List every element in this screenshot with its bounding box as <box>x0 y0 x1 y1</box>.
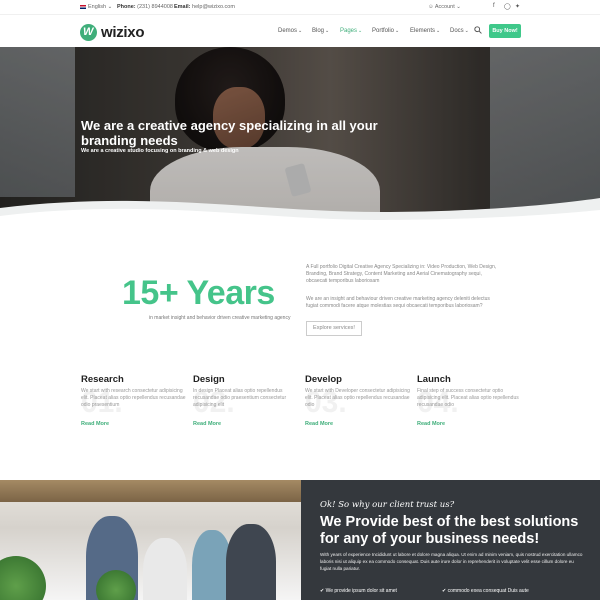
nav-demos[interactable]: Demos⌄ <box>278 28 302 34</box>
logo-icon[interactable] <box>80 24 97 41</box>
search-icon[interactable] <box>474 26 482 34</box>
about-paragraph: A Full portfolio Digital Creative Agency… <box>306 264 497 284</box>
trust-panel: Ok! So why our client trust us? We Provi… <box>301 480 600 600</box>
chevron-down-icon: ⌄ <box>325 28 330 34</box>
check-icon: ✔ <box>442 588 447 594</box>
service-title: Design <box>193 374 225 385</box>
top-bar: English ⌄ Phone: (231) 8944008 Email: he… <box>0 0 600 14</box>
trust-kicker: Ok! So why our client trust us? <box>320 500 455 510</box>
about-paragraph: We are an insight and behaviour driven c… <box>306 296 490 309</box>
service-text: We start with research consectetur adipi… <box>81 388 186 408</box>
service-text: Final step of success consectetur optio … <box>417 388 519 408</box>
language-selector[interactable]: English ⌄ <box>80 4 112 10</box>
facebook-icon[interactable]: f <box>493 3 495 9</box>
nav-elements[interactable]: Elements⌄ <box>410 28 440 34</box>
main-header: wizixo Demos⌄ Blog⌄ Pages⌄ Portfolio⌄ El… <box>0 14 600 47</box>
trust-heading: We Provide best of the best solutions fo… <box>320 514 579 547</box>
account-menu[interactable]: ☺ Account ⌄ <box>428 4 461 10</box>
chevron-down-icon: ⌄ <box>358 28 363 34</box>
check-item: ✔ commodo exea consequat Duis aute <box>442 588 529 594</box>
chevron-down-icon: ⌄ <box>464 28 469 34</box>
team-photo <box>0 480 301 600</box>
chevron-down-icon: ⌄ <box>395 28 400 34</box>
nav-portfolio[interactable]: Portfolio⌄ <box>372 28 399 34</box>
chevron-down-icon: ⌄ <box>107 4 113 10</box>
chevron-down-icon: ⌄ <box>436 28 441 34</box>
service-card-design: 02. Design In design Placeat alias optio… <box>193 374 303 427</box>
user-icon: ☺ <box>428 4 434 10</box>
uk-flag-icon <box>80 4 86 9</box>
years-headline: 15+ Years <box>122 274 275 312</box>
read-more-link[interactable]: Read More <box>417 421 445 427</box>
explore-services-button[interactable]: Explore services! <box>306 321 362 336</box>
photo-plant <box>0 556 46 600</box>
photo-person <box>143 538 187 600</box>
service-card-research: 01. Research We start with research cons… <box>81 374 191 427</box>
email-info[interactable]: Email: help@wizixo.com <box>174 4 235 10</box>
chevron-down-icon: ⌄ <box>298 28 303 34</box>
nav-pages[interactable]: Pages⌄ <box>340 28 362 34</box>
service-title: Research <box>81 374 124 385</box>
check-item: ✔ We provide ipsum dolor sit amet <box>320 588 397 594</box>
instagram-icon[interactable]: ◯ <box>504 3 511 10</box>
hero-wave-divider <box>0 198 600 234</box>
buy-now-button[interactable]: Buy Now! <box>489 24 521 38</box>
photo-ceiling-beam <box>0 480 301 502</box>
service-text: In design Placeat alias optio repellendu… <box>193 388 287 408</box>
service-text: We start with Developer consectetur adip… <box>305 388 410 408</box>
trust-description: With years of experience Incididunt ut l… <box>320 552 583 571</box>
phone-info: Phone: (231) 8944008 <box>117 4 173 10</box>
logo[interactable]: wizixo <box>101 24 145 41</box>
service-card-develop: 03. Develop We start with Developer cons… <box>305 374 415 427</box>
nav-docs[interactable]: Docs⌄ <box>450 28 469 34</box>
years-caption: in market insight and behavior driven cr… <box>149 315 291 321</box>
read-more-link[interactable]: Read More <box>193 421 221 427</box>
nav-blog[interactable]: Blog⌄ <box>312 28 329 34</box>
photo-person <box>226 524 276 600</box>
twitter-icon[interactable]: ✦ <box>515 3 520 10</box>
service-title: Launch <box>417 374 451 385</box>
hero-title: We are a creative agency specializing in… <box>81 118 378 148</box>
hero-subtitle: We are a creative studio focusing on bra… <box>81 148 239 154</box>
service-title: Develop <box>305 374 342 385</box>
read-more-link[interactable]: Read More <box>81 421 109 427</box>
chevron-down-icon: ⌄ <box>456 4 461 10</box>
check-icon: ✔ <box>320 588 325 594</box>
service-card-launch: 04. Launch Final step of success consect… <box>417 374 527 427</box>
read-more-link[interactable]: Read More <box>305 421 333 427</box>
